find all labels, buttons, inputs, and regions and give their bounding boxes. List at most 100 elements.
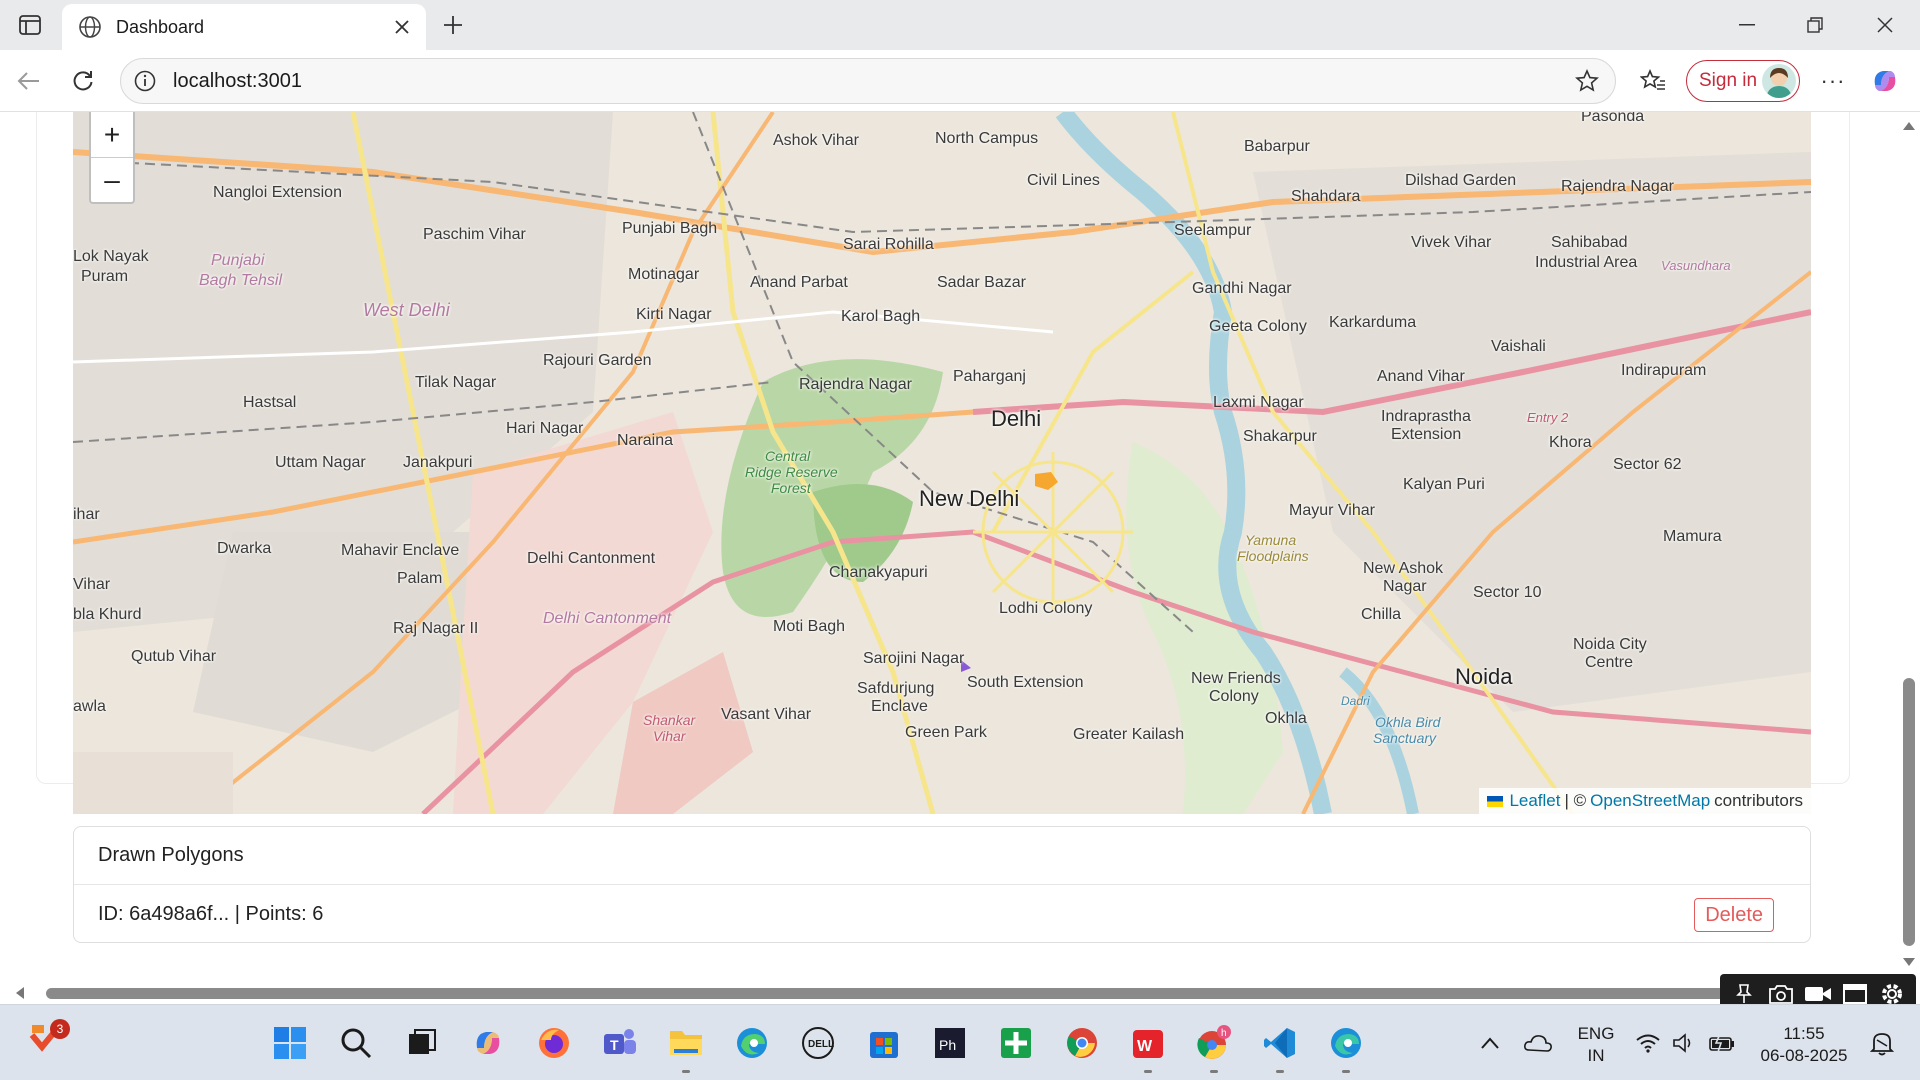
delete-button[interactable]: Delete xyxy=(1694,898,1774,932)
zoom-in-button[interactable]: + xyxy=(91,112,133,157)
task-view-icon[interactable] xyxy=(400,1021,444,1065)
url-text[interactable]: localhost:3001 xyxy=(173,70,1573,93)
edge-icon[interactable] xyxy=(730,1021,774,1065)
map-label: Dadri xyxy=(1341,694,1370,708)
close-tab-icon[interactable] xyxy=(390,15,414,39)
notifications-bell-icon[interactable] xyxy=(1864,1021,1900,1065)
scroll-down-icon[interactable] xyxy=(1903,958,1915,966)
map-label: Anand Parbat xyxy=(750,274,848,291)
map-label: Palam xyxy=(397,570,443,587)
map-label: Uttam Nagar xyxy=(275,454,366,471)
site-info-icon[interactable] xyxy=(133,69,157,93)
notification-app-icon[interactable]: 3 xyxy=(28,1019,70,1059)
map-label: Shankar xyxy=(643,712,696,728)
wps-office-icon[interactable]: W xyxy=(1126,1021,1170,1073)
phpstorm-icon[interactable]: Ph xyxy=(928,1021,972,1065)
file-explorer-icon[interactable] xyxy=(664,1021,708,1073)
running-indicator xyxy=(1276,1070,1284,1073)
map-label: Noida xyxy=(1455,664,1513,689)
map-label: Nangloi Extension xyxy=(213,184,342,201)
dell-icon[interactable]: DELL xyxy=(796,1021,840,1065)
map-label: Delhi Cantonment xyxy=(527,550,656,567)
restore-button[interactable] xyxy=(1790,8,1840,42)
battery-icon[interactable] xyxy=(1704,1021,1740,1065)
horizontal-scroll-thumb[interactable] xyxy=(46,988,1726,999)
svg-text:h: h xyxy=(1221,1028,1227,1039)
vscode-icon[interactable] xyxy=(1258,1021,1302,1073)
leaflet-link[interactable]: Leaflet xyxy=(1509,791,1560,811)
sign-in-button[interactable]: Sign in xyxy=(1686,60,1800,102)
map-label: Sector 62 xyxy=(1613,456,1682,473)
ukraine-flag-icon xyxy=(1487,795,1504,807)
map-label: Greater Kailash xyxy=(1073,726,1185,743)
address-bar[interactable]: localhost:3001 xyxy=(120,58,1616,104)
wifi-icon[interactable] xyxy=(1630,1021,1666,1065)
running-indicator xyxy=(1144,1070,1152,1073)
map-label: Enclave xyxy=(871,698,928,715)
map-label: Delhi xyxy=(991,406,1042,431)
clock[interactable]: 11:55 06-08-2025 xyxy=(1752,1023,1856,1067)
zoom-out-button[interactable]: – xyxy=(91,157,133,202)
back-button[interactable] xyxy=(12,64,46,98)
map-label: Naraina xyxy=(617,432,674,449)
chevron-up-icon[interactable] xyxy=(1468,1021,1512,1065)
close-window-button[interactable] xyxy=(1860,8,1910,42)
map-label: North Campus xyxy=(935,130,1039,147)
windows-start-icon[interactable] xyxy=(268,1021,312,1065)
map-label: Ashok Vihar xyxy=(773,132,859,149)
map-label: Sadar Bazar xyxy=(937,274,1026,291)
volume-icon[interactable] xyxy=(1668,1021,1700,1065)
page-viewport: Ashok Vihar North Campus Babarpur Pasond… xyxy=(0,112,1920,1004)
map-label: Hari Nagar xyxy=(506,420,584,437)
map-label: Extension xyxy=(1391,426,1462,443)
scroll-left-icon[interactable] xyxy=(16,987,24,999)
copilot-app-icon[interactable] xyxy=(466,1021,510,1065)
map-label: Lodhi Colony xyxy=(999,600,1093,617)
horizontal-scrollbar[interactable] xyxy=(0,982,1920,1004)
minimize-button[interactable] xyxy=(1722,8,1772,42)
running-indicator xyxy=(1342,1070,1350,1073)
map-label: Rajendra Nagar xyxy=(1561,178,1674,195)
microsoft-store-icon[interactable] xyxy=(862,1021,906,1065)
map[interactable]: Ashok Vihar North Campus Babarpur Pasond… xyxy=(73,112,1811,814)
running-indicator xyxy=(1210,1070,1218,1073)
vertical-tabs-icon[interactable] xyxy=(14,10,46,40)
map-label: Anand Vihar xyxy=(1377,368,1465,385)
map-label: Vivek Vihar xyxy=(1411,234,1492,251)
chrome-icon[interactable] xyxy=(1060,1021,1104,1065)
map-label: New Ashok xyxy=(1363,560,1444,577)
more-options-icon[interactable]: ··· xyxy=(1816,64,1850,98)
map-label: Bagh Tehsil xyxy=(199,272,283,289)
search-icon[interactable] xyxy=(334,1021,378,1065)
new-tab-button[interactable] xyxy=(438,10,468,40)
map-label: Green Park xyxy=(905,724,987,741)
spreadsheet-app-icon[interactable] xyxy=(994,1021,1038,1065)
zoom-control: + – xyxy=(89,112,135,204)
map-label: Floodplains xyxy=(1237,548,1309,564)
map-label: Industrial Area xyxy=(1535,254,1638,271)
map-label: Entry 2 xyxy=(1527,410,1569,425)
firefox-icon[interactable] xyxy=(532,1021,576,1065)
map-label: Vasundhara xyxy=(1661,258,1731,273)
language-indicator[interactable]: ENG IN xyxy=(1570,1023,1622,1067)
chrome-profile-icon[interactable]: h xyxy=(1192,1021,1236,1073)
vertical-scrollbar[interactable] xyxy=(1898,112,1920,984)
favorites-icon[interactable] xyxy=(1636,64,1670,98)
map-label: Vihar xyxy=(653,728,686,744)
onedrive-icon[interactable] xyxy=(1516,1021,1560,1065)
refresh-button[interactable] xyxy=(66,64,100,98)
map-label: Delhi Cantonment xyxy=(543,610,672,627)
copilot-icon[interactable] xyxy=(1866,62,1904,100)
toolbar: localhost:3001 Sign in ··· xyxy=(0,50,1920,112)
vertical-scroll-thumb[interactable] xyxy=(1903,678,1915,946)
favorite-star-icon[interactable] xyxy=(1573,67,1601,95)
edge-dev-icon[interactable] xyxy=(1324,1021,1368,1073)
map-label: Seelampur xyxy=(1174,222,1252,239)
openstreetmap-link[interactable]: OpenStreetMap xyxy=(1590,791,1710,811)
scroll-up-icon[interactable] xyxy=(1903,122,1915,130)
map-label: Rajendra Nagar xyxy=(799,376,912,393)
teams-icon[interactable]: T xyxy=(598,1021,642,1065)
svg-text:Ph: Ph xyxy=(939,1037,956,1053)
attribution-separator: | © xyxy=(1564,791,1587,810)
tab-dashboard[interactable]: Dashboard xyxy=(62,4,426,50)
